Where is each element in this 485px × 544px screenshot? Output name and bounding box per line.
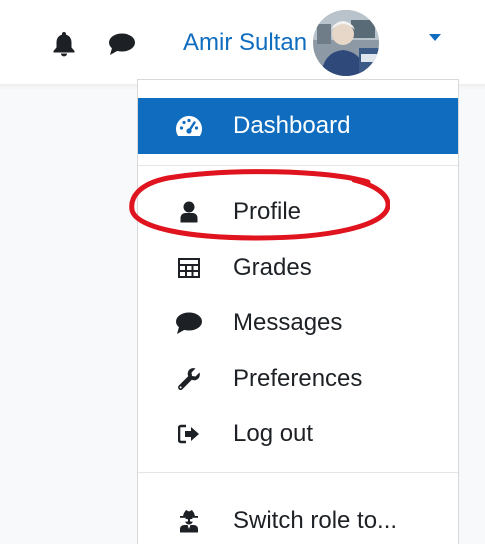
menu-item-grades[interactable]: Grades	[138, 240, 458, 296]
user-dropdown-menu: Dashboard Profile Grades Messages Prefer…	[137, 79, 459, 544]
menu-item-switch-role[interactable]: Switch role to...	[138, 493, 458, 544]
menu-item-label: Dashboard	[233, 112, 351, 139]
table-grid-icon	[174, 253, 204, 283]
user-name: Amir Sultan	[183, 29, 308, 56]
sign-out-icon	[174, 419, 204, 449]
wrench-icon	[174, 364, 204, 394]
menu-item-logout[interactable]: Log out	[138, 406, 458, 462]
menu-divider	[138, 165, 458, 166]
page: Amir Sultan Dashboard Profile Grades Mes…	[0, 0, 485, 544]
chat-bubble-icon	[174, 308, 204, 338]
menu-item-label: Messages	[233, 309, 343, 336]
notifications-bell-icon[interactable]	[50, 30, 78, 58]
menu-item-label: Switch role to...	[233, 507, 398, 534]
avatar	[313, 10, 380, 76]
messages-chat-icon[interactable]	[108, 30, 136, 58]
menu-item-preferences[interactable]: Preferences	[138, 351, 458, 407]
menu-item-profile[interactable]: Profile	[138, 184, 458, 240]
user-secret-icon	[174, 506, 204, 536]
user-menu-toggle[interactable]: Amir Sultan	[180, 10, 460, 76]
menu-item-messages[interactable]: Messages	[138, 295, 458, 351]
dashboard-gauge-icon	[174, 111, 204, 141]
menu-item-label: Grades	[233, 254, 312, 281]
menu-divider	[138, 472, 458, 473]
user-icon	[174, 197, 204, 227]
menu-item-label: Preferences	[233, 365, 363, 392]
menu-item-dashboard[interactable]: Dashboard	[138, 98, 458, 154]
menu-item-label: Log out	[233, 420, 314, 447]
menu-item-label: Profile	[233, 198, 302, 225]
caret-down-icon[interactable]	[428, 30, 442, 48]
